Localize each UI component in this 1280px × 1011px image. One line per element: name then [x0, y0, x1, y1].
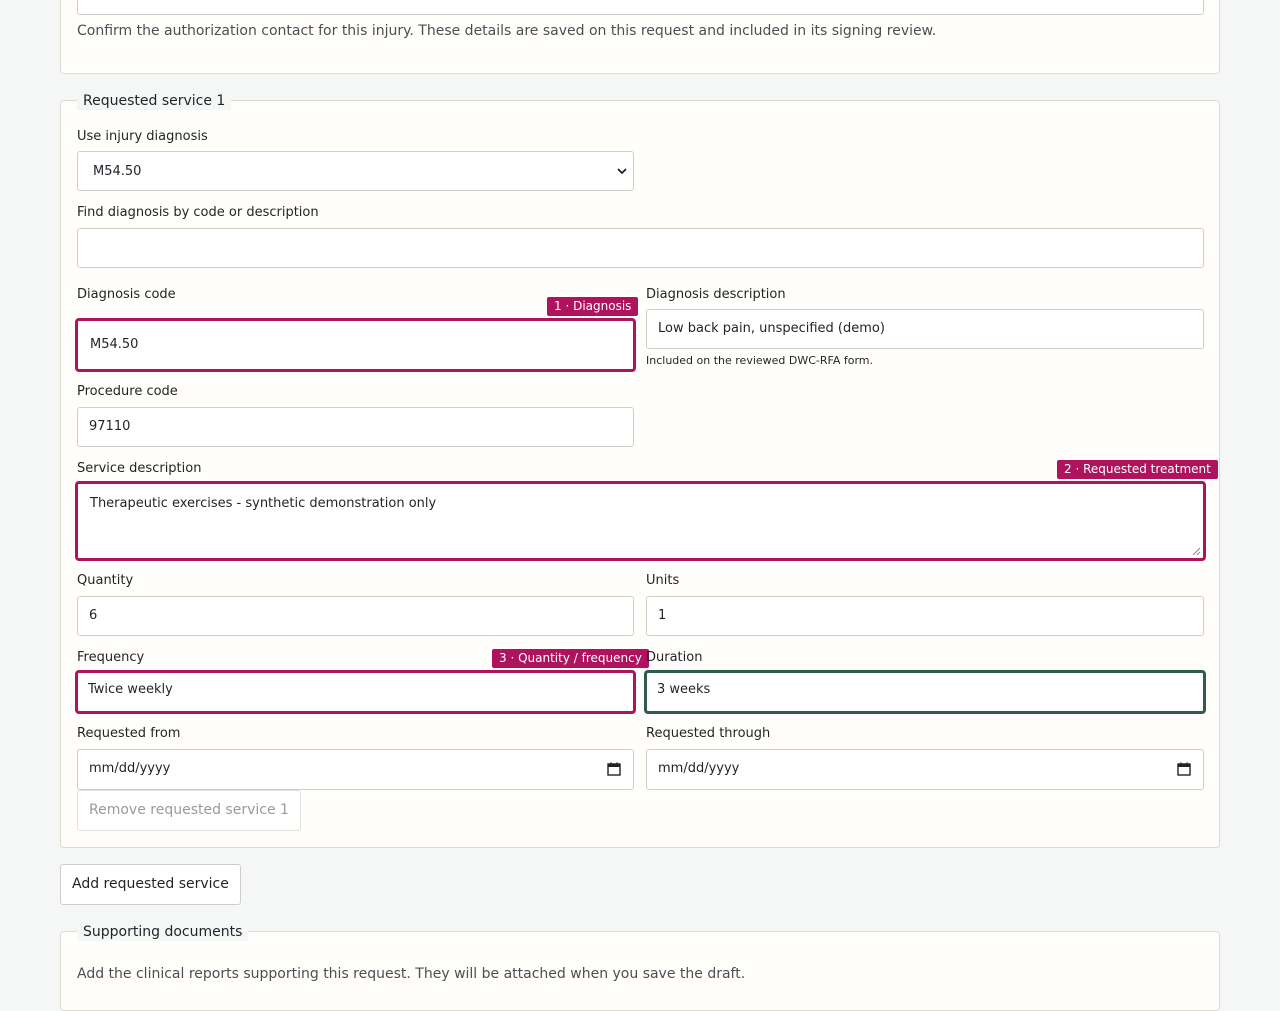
diagnosis-description-note: Included on the reviewed DWC-RFA form.	[646, 354, 874, 367]
diagnosis-code-label: Diagnosis code	[77, 287, 176, 302]
units-input[interactable]: 1	[646, 596, 1204, 636]
resize-handle-icon[interactable]	[1192, 547, 1201, 556]
requested-service-legend: Requested service 1	[77, 92, 232, 110]
authorization-section: Confirm the authorization contact for th…	[60, 0, 1220, 74]
calendar-icon[interactable]	[1177, 762, 1191, 776]
supporting-documents-helper-text: Add the clinical reports supporting this…	[77, 966, 746, 982]
quantity-label: Quantity	[77, 573, 134, 588]
diagnosis-code-input[interactable]: M54.50	[75, 318, 636, 372]
requested-treatment-badge: 2 · Requested treatment	[1057, 460, 1218, 479]
authorization-contact-input[interactable]	[77, 0, 1204, 15]
frequency-label: Frequency	[77, 650, 145, 665]
diagnosis-description-label: Diagnosis description	[646, 287, 786, 302]
injury-diagnosis-selected: M54.50	[93, 164, 142, 179]
procedure-code-input[interactable]: 97110	[77, 407, 634, 447]
service-description-text: Therapeutic exercises - synthetic demons…	[90, 496, 437, 511]
find-diagnosis-input[interactable]	[77, 228, 1204, 268]
diagnosis-badge: 1 · Diagnosis	[547, 297, 639, 316]
find-diagnosis-label: Find diagnosis by code or description	[77, 205, 319, 220]
requested-from-placeholder: mm/dd/yyyy	[89, 761, 171, 776]
add-requested-service-button[interactable]: Add requested service	[60, 864, 241, 905]
authorization-helper-text: Confirm the authorization contact for th…	[77, 23, 937, 39]
service-description-textarea[interactable]: Therapeutic exercises - synthetic demons…	[75, 481, 1206, 561]
requested-through-placeholder: mm/dd/yyyy	[658, 761, 740, 776]
duration-input[interactable]: 3 weeks	[644, 670, 1206, 714]
remove-requested-service-button[interactable]: Remove requested service 1	[77, 790, 301, 831]
procedure-code-label: Procedure code	[77, 384, 178, 399]
duration-label: Duration	[646, 650, 703, 665]
supporting-documents-section: Supporting documents Add the clinical re…	[60, 923, 1220, 1011]
quantity-input[interactable]: 6	[77, 596, 634, 636]
injury-diagnosis-label: Use injury diagnosis	[77, 129, 208, 144]
supporting-documents-legend: Supporting documents	[77, 923, 249, 941]
chevron-down-icon	[617, 168, 627, 175]
requested-from-label: Requested from	[77, 726, 181, 741]
requested-through-date[interactable]: mm/dd/yyyy	[646, 749, 1204, 790]
calendar-icon[interactable]	[607, 762, 621, 776]
quantity-frequency-badge: 3 · Quantity / frequency	[492, 649, 649, 668]
diagnosis-description-input[interactable]: Low back pain, unspecified (demo)	[646, 309, 1204, 349]
service-description-label: Service description	[77, 461, 202, 476]
requested-service-section: Requested service 1 Use injury diagnosis…	[60, 92, 1220, 848]
units-label: Units	[646, 573, 680, 588]
frequency-input[interactable]: Twice weekly	[75, 670, 636, 714]
requested-through-label: Requested through	[646, 726, 771, 741]
injury-diagnosis-select[interactable]: M54.50	[77, 151, 634, 191]
requested-from-date[interactable]: mm/dd/yyyy	[77, 749, 634, 790]
